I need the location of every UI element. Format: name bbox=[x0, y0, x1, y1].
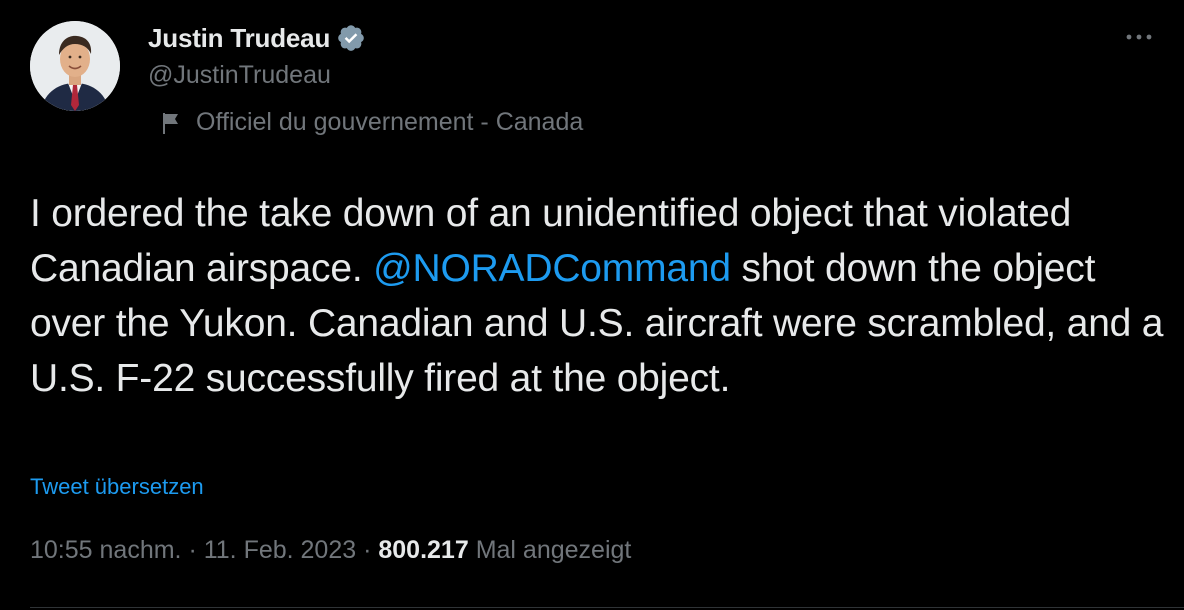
meta-separator: · bbox=[181, 536, 204, 564]
affiliation-text: Officiel du gouvernement - Canada bbox=[196, 108, 584, 136]
translate-tweet-link[interactable]: Tweet übersetzen bbox=[30, 474, 204, 500]
author-display-name[interactable]: Justin Trudeau bbox=[148, 23, 330, 54]
flag-icon bbox=[163, 112, 178, 134]
more-options-button[interactable] bbox=[1114, 22, 1154, 52]
tweet: Justin Trudeau @JustinTrudeau Officiel d… bbox=[0, 0, 1184, 610]
author-name-row: Justin Trudeau bbox=[148, 20, 366, 56]
more-dots-icon bbox=[1126, 34, 1152, 40]
views-label: Mal angezeigt bbox=[475, 536, 632, 564]
affiliation-label: Officiel du gouvernement - Canada bbox=[160, 108, 583, 137]
verified-badge-icon[interactable] bbox=[336, 23, 366, 53]
divider bbox=[30, 607, 1184, 608]
author-handle[interactable]: @JustinTrudeau bbox=[148, 61, 331, 90]
tweet-text: I ordered the take down of an unidentifi… bbox=[30, 186, 1165, 406]
tweet-time[interactable]: 10:55 nachm. bbox=[30, 536, 182, 564]
tweet-meta: 10:55 nachm. · 11. Feb. 2023 · 800.217 M… bbox=[30, 536, 631, 565]
tweet-date[interactable]: 11. Feb. 2023 bbox=[204, 536, 356, 564]
avatar-image bbox=[30, 21, 120, 111]
mention-link[interactable]: @NORADCommand bbox=[373, 247, 731, 290]
views-count[interactable]: 800.217 bbox=[378, 536, 468, 564]
meta-separator: · bbox=[356, 536, 379, 564]
avatar[interactable] bbox=[30, 21, 120, 111]
